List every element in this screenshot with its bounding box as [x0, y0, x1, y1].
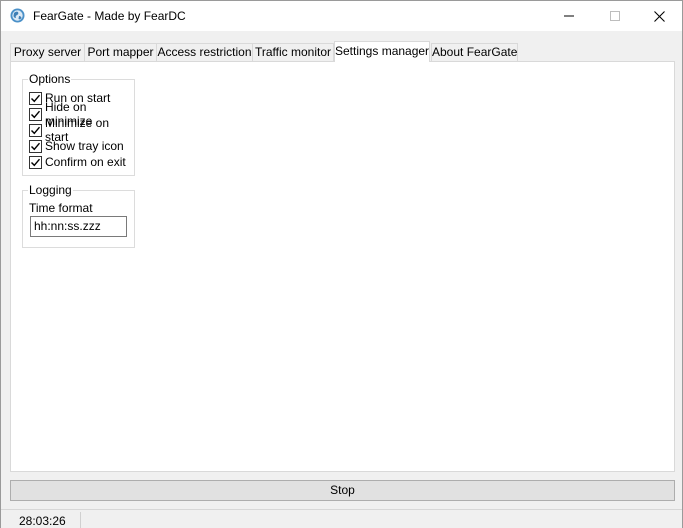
- checkmark-icon: [31, 110, 41, 118]
- status-bar: 28:03:26: [1, 509, 682, 528]
- maximize-icon: [610, 11, 620, 21]
- logging-legend: Logging: [28, 183, 73, 197]
- maximize-button[interactable]: [592, 1, 638, 31]
- tab-proxy-server[interactable]: Proxy server: [10, 43, 85, 61]
- checkbox-box[interactable]: [29, 91, 42, 105]
- checkmark-icon: [31, 126, 41, 134]
- time-format-label: Time format: [29, 201, 93, 215]
- show-tray-icon-checkbox[interactable]: Show tray icon: [29, 138, 124, 154]
- status-divider: [80, 512, 81, 528]
- checkmark-icon: [31, 158, 41, 166]
- checkmark-icon: [31, 94, 41, 102]
- checkbox-box[interactable]: [29, 107, 42, 121]
- title-bar[interactable]: FearGate - Made by FearDC: [1, 1, 682, 31]
- time-format-input[interactable]: hh:nn:ss.zzz: [30, 216, 127, 237]
- checkbox-box[interactable]: [29, 123, 42, 137]
- close-button[interactable]: [636, 1, 682, 31]
- options-legend: Options: [28, 72, 72, 86]
- checkbox-label: Show tray icon: [45, 139, 124, 153]
- checkbox-label: Confirm on exit: [45, 155, 126, 169]
- close-icon: [653, 10, 665, 22]
- tab-traffic-monitor[interactable]: Traffic monitor: [252, 43, 334, 61]
- window-title: FearGate - Made by FearDC: [33, 9, 186, 23]
- status-time: 28:03:26: [19, 514, 66, 528]
- confirm-on-exit-checkbox[interactable]: Confirm on exit: [29, 154, 126, 170]
- tab-access-restriction[interactable]: Access restriction: [156, 43, 253, 61]
- tab-settings-manager[interactable]: Settings manager: [334, 41, 430, 62]
- minimize-on-start-checkbox[interactable]: Minimize on start: [29, 116, 134, 144]
- logging-group: Logging Time format hh:nn:ss.zzz: [22, 183, 135, 248]
- minimize-button[interactable]: [546, 1, 592, 31]
- checkbox-box[interactable]: [29, 139, 42, 153]
- app-window: FearGate - Made by FearDC Proxy server P…: [0, 0, 683, 528]
- stop-button[interactable]: Stop: [10, 480, 675, 501]
- minimize-icon: [564, 15, 574, 17]
- settings-panel: Options Run on start Hide on minimize Mi…: [10, 61, 675, 472]
- tab-port-mapper[interactable]: Port mapper: [84, 43, 157, 61]
- globe-icon: [10, 8, 25, 23]
- tab-about-feargate[interactable]: About FearGate: [431, 43, 518, 61]
- options-group: Options Run on start Hide on minimize Mi…: [22, 72, 135, 176]
- checkbox-box[interactable]: [29, 155, 42, 169]
- checkmark-icon: [31, 142, 41, 150]
